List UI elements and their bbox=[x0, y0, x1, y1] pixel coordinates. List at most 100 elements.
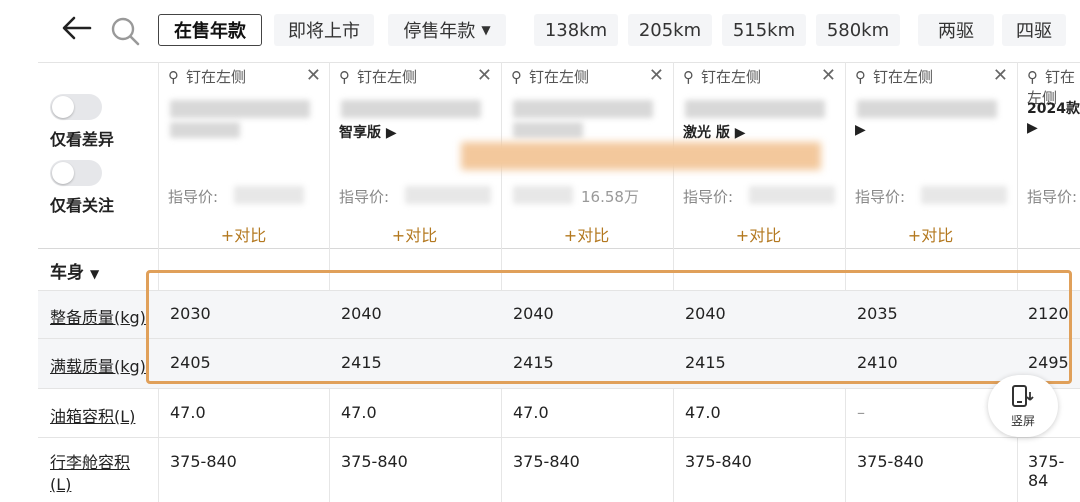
tab-label: 在售年款 bbox=[174, 21, 246, 42]
highlight-annotation bbox=[146, 270, 1072, 384]
add-compare-button[interactable]: +对比 bbox=[501, 222, 672, 246]
blurred-model-name bbox=[685, 100, 825, 118]
pin-left-button[interactable]: ⚲ 钉在左侧 bbox=[683, 66, 761, 87]
table-cell: 375-840 bbox=[341, 452, 408, 471]
caret-down-icon: ▼ bbox=[90, 267, 100, 281]
price-label: 指导价: bbox=[855, 188, 906, 206]
tab-138km[interactable]: 138km bbox=[534, 14, 618, 46]
blurred-model-name bbox=[170, 122, 240, 138]
only-followed-toggle[interactable]: 仅看关注 bbox=[50, 160, 150, 216]
model-column-header: ⚲ 钉在左侧 ✕ ▶ 指导价: +对比 bbox=[845, 62, 1016, 248]
pin-icon: ⚲ bbox=[168, 68, 179, 86]
tab-label: 四驱 bbox=[1016, 21, 1052, 42]
tab-label: 两驱 bbox=[938, 21, 974, 42]
tab-discontinued[interactable]: 停售年款 ▼ bbox=[388, 14, 506, 46]
blurred-model-name bbox=[341, 100, 481, 118]
pin-icon: ⚲ bbox=[339, 68, 350, 86]
model-name-link[interactable]: 激光 版 ▶ bbox=[683, 122, 746, 142]
tab-2wd[interactable]: 两驱 bbox=[918, 14, 994, 46]
model-name-link[interactable]: 2024款 bbox=[1027, 98, 1080, 118]
pin-label: 钉在左侧 bbox=[701, 68, 762, 86]
tab-4wd[interactable]: 四驱 bbox=[1002, 14, 1066, 46]
portrait-mode-label: 竖屏 bbox=[1010, 413, 1035, 428]
close-icon[interactable]: ✕ bbox=[477, 65, 492, 86]
price-label: 指导价: bbox=[339, 188, 390, 206]
pin-left-button[interactable]: ⚲ 钉在左侧 bbox=[855, 66, 933, 87]
only-diff-label: 仅看差异 bbox=[50, 130, 115, 149]
only-diff-toggle[interactable]: 仅看差异 bbox=[50, 94, 150, 150]
toggle-switch[interactable] bbox=[50, 160, 102, 186]
portrait-rotate-icon bbox=[1012, 384, 1034, 407]
tab-label: 即将上市 bbox=[288, 21, 360, 42]
price-label: 指导价: bbox=[168, 188, 219, 206]
search-icon[interactable] bbox=[110, 16, 140, 46]
blurred-price bbox=[234, 186, 304, 204]
model-column-header: ⚲ 钉在左侧 ✕ 指导价: +对比 bbox=[158, 62, 329, 248]
add-compare-button[interactable]: +对比 bbox=[158, 222, 329, 246]
only-followed-label: 仅看关注 bbox=[50, 196, 115, 215]
caret-down-icon: ▼ bbox=[481, 23, 491, 37]
pin-icon: ⚲ bbox=[511, 68, 522, 86]
filter-column: 仅看差异 仅看关注 bbox=[38, 62, 158, 248]
portrait-mode-button[interactable]: 竖屏 bbox=[988, 375, 1058, 437]
pin-icon: ⚲ bbox=[855, 68, 866, 86]
pin-left-button[interactable]: ⚲ 钉在左侧 bbox=[168, 66, 246, 87]
blurred-model-name bbox=[513, 122, 583, 138]
tab-label: 205km bbox=[638, 19, 702, 41]
tab-label: 138km bbox=[544, 19, 608, 41]
pin-icon: ⚲ bbox=[1027, 68, 1038, 86]
pin-label: 钉在左侧 bbox=[529, 68, 590, 86]
row-label[interactable]: 油箱容积(L) bbox=[50, 403, 135, 427]
blurred-price bbox=[405, 186, 491, 204]
back-arrow-icon[interactable] bbox=[60, 14, 94, 42]
top-bar: 在售年款 即将上市 停售年款 ▼ 138km 205km 515km 580km … bbox=[0, 0, 1080, 62]
tab-on-sale[interactable]: 在售年款 bbox=[158, 14, 262, 46]
table-cell: 47.0 bbox=[170, 403, 206, 422]
blurred-model-name bbox=[857, 100, 997, 118]
blurred-model-name bbox=[170, 100, 310, 118]
table-cell: 47.0 bbox=[341, 403, 377, 422]
add-compare-button[interactable]: +对比 bbox=[845, 222, 1016, 246]
blurred-price bbox=[921, 186, 1007, 204]
pin-label: 钉在左侧 bbox=[873, 68, 934, 86]
divider bbox=[38, 248, 1080, 249]
close-icon[interactable]: ✕ bbox=[821, 65, 836, 86]
table-cell: 375-840 bbox=[513, 452, 580, 471]
tab-205km[interactable]: 205km bbox=[628, 14, 712, 46]
close-icon[interactable]: ✕ bbox=[649, 65, 664, 86]
table-cell: 47.0 bbox=[513, 403, 549, 422]
row-label[interactable]: 满载质量(kg) bbox=[50, 353, 146, 377]
divider bbox=[38, 388, 1080, 389]
table-cell: 375-840 bbox=[170, 452, 237, 471]
close-icon[interactable]: ✕ bbox=[306, 65, 321, 86]
toggle-knob bbox=[52, 96, 74, 118]
table-cell: 375-84 bbox=[1028, 452, 1065, 490]
row-label[interactable]: 行李舱容积(L) bbox=[50, 452, 150, 496]
caret-right-icon: ▶ bbox=[1027, 120, 1038, 136]
model-column-header: ⚲ 钉在左侧 ✕ 16.58万 +对比 bbox=[461, 62, 821, 248]
tab-515km[interactable]: 515km bbox=[722, 14, 806, 46]
model-name-link[interactable]: 智享版 ▶ bbox=[339, 122, 397, 142]
toggle-switch[interactable] bbox=[50, 94, 102, 120]
blurred-price bbox=[749, 186, 835, 204]
model-column-header: ⚲ 钉在左侧 2024款 ▶ 指导价: bbox=[1017, 62, 1080, 248]
section-header-body[interactable]: 车身 ▼ bbox=[50, 258, 99, 283]
blurred-price bbox=[513, 186, 573, 204]
blurred-model-name bbox=[513, 100, 653, 118]
add-compare-button[interactable]: +对比 bbox=[329, 222, 500, 246]
model-name-link[interactable]: ▶ bbox=[855, 122, 866, 138]
model-column-header: ⚲ 钉在左侧 ✕ 激光 版 ▶ 指导价: +对比 bbox=[673, 62, 844, 248]
pin-label: 钉在左侧 bbox=[357, 68, 418, 86]
toggle-knob bbox=[52, 162, 74, 184]
tab-580km[interactable]: 580km bbox=[816, 14, 900, 46]
pin-icon: ⚲ bbox=[683, 68, 694, 86]
row-label[interactable]: 整备质量(kg) bbox=[50, 304, 146, 328]
tab-coming-soon[interactable]: 即将上市 bbox=[274, 14, 374, 46]
close-icon[interactable]: ✕ bbox=[993, 65, 1008, 86]
price-value: 16.58万 bbox=[581, 188, 639, 206]
pin-left-button[interactable]: ⚲ 钉在左侧 bbox=[339, 66, 417, 87]
pin-left-button[interactable]: ⚲ 钉在左侧 bbox=[511, 66, 589, 87]
add-compare-button[interactable]: +对比 bbox=[673, 222, 844, 246]
tab-label: 580km bbox=[826, 19, 890, 41]
divider bbox=[38, 437, 1080, 438]
